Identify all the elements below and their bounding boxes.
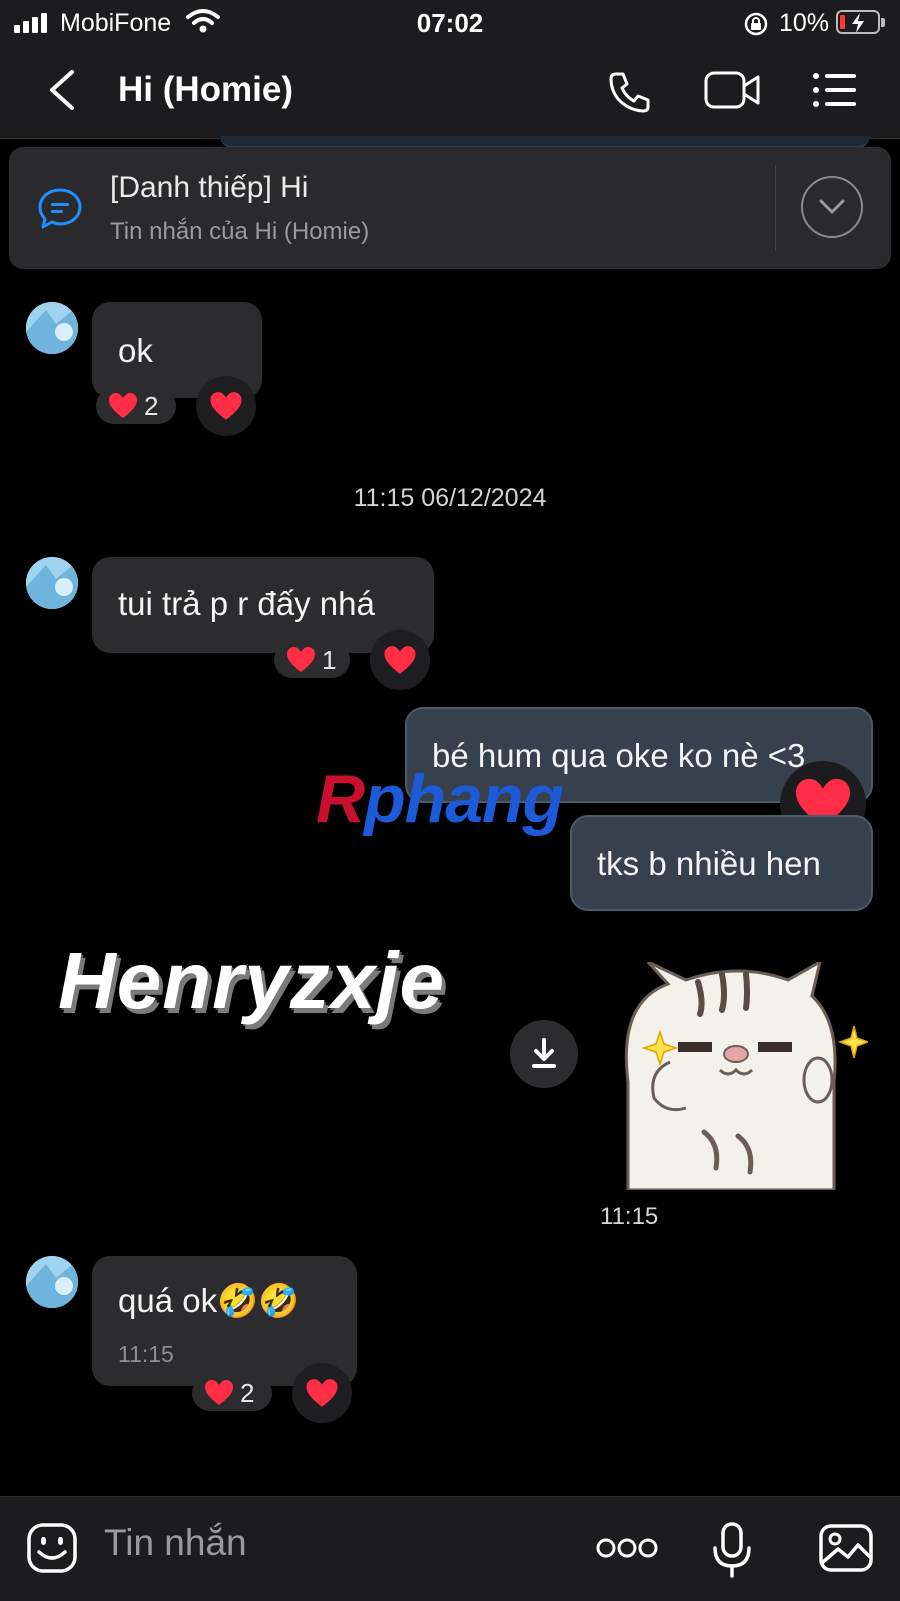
battery-percent: 10% [779,9,830,37]
watermark: Rphang [316,761,564,837]
sticker-time: 11:15 [600,1203,659,1230]
reaction-count: 2 [144,390,159,421]
menu-icon[interactable] [812,68,858,112]
react-button[interactable] [196,376,256,436]
image-icon[interactable] [818,1523,874,1573]
emoji-icon[interactable] [26,1522,78,1574]
message-text: tks b nhiều hen [597,845,821,882]
message-text: quá ok🤣🤣 [118,1282,300,1319]
message-input[interactable]: Tin nhắn [104,1522,247,1564]
rotation-lock-icon [744,12,768,36]
my-message-bubble[interactable]: tks b nhiều hen [570,815,873,911]
battery-icon [836,10,885,34]
message-text: ok [118,332,153,369]
heart-icon [287,647,315,672]
message-text: tui trả p r đấy nhá [118,585,375,622]
heart-icon [210,391,242,420]
microphone-icon[interactable] [712,1522,752,1578]
react-button[interactable] [370,630,430,690]
watermark-henryzxje: Henryzxje [58,936,445,1025]
reaction-summary[interactable]: 2 [192,1375,272,1411]
reaction-count: 1 [322,644,337,675]
reaction-summary[interactable]: 2 [96,388,176,424]
avatar[interactable] [26,557,78,609]
phone-icon[interactable] [606,68,654,116]
download-icon [532,1038,556,1068]
heart-icon [306,1378,338,1407]
back-icon[interactable] [44,68,80,112]
heart-icon [205,1380,233,1405]
pinned-subtitle: Tin nhắn của Hi (Homie) [110,218,370,245]
video-icon[interactable] [704,68,762,112]
pinned-message-banner[interactable] [9,147,891,269]
reaction-count: 2 [240,1377,255,1408]
reaction-summary[interactable]: 1 [274,642,350,678]
react-button[interactable] [292,1363,352,1423]
chevron-down-icon [819,199,845,214]
chat-bubble-icon [38,188,82,229]
heart-icon [109,393,137,418]
pinned-title: [Danh thiếp] Hi [110,171,309,204]
date-separator: 11:15 06/12/2024 [353,484,547,512]
heart-icon [384,645,416,674]
download-button[interactable] [510,1020,578,1088]
more-icon[interactable] [596,1536,658,1560]
cat-sticker[interactable] [608,962,868,1190]
expand-button[interactable] [801,176,863,238]
avatar[interactable] [26,1256,78,1308]
chat-title[interactable]: Hi (Homie) [118,70,293,110]
avatar[interactable] [26,302,78,354]
divider [775,165,776,251]
